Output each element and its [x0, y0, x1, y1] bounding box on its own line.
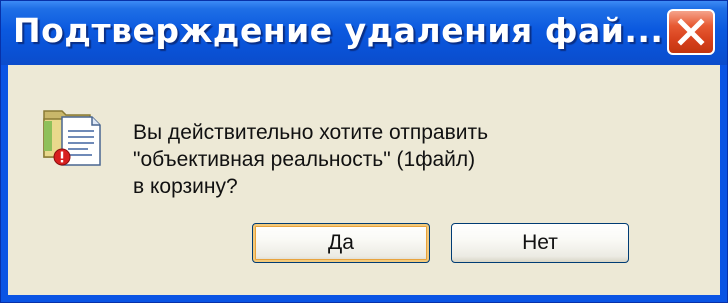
message-line: "объективная реальность" (1файл) [133, 148, 476, 171]
recycle-file-icon [43, 110, 101, 166]
message-line: в корзину? [133, 175, 238, 198]
close-button[interactable] [667, 9, 715, 55]
window-title: Подтверждение удаления фай... [13, 11, 664, 50]
close-icon [677, 18, 705, 46]
no-button[interactable]: Нет [451, 223, 629, 263]
yes-button[interactable]: Да [252, 223, 430, 263]
title-bar[interactable]: Подтверждение удаления фай... [1, 1, 727, 65]
dialog-body: Вы действительно хотите отправить "объек… [8, 65, 720, 295]
message-line: Вы действительно хотите отправить [133, 121, 489, 144]
confirmation-message: Вы действительно хотите отправить "объек… [133, 119, 488, 200]
confirm-delete-dialog: Подтверждение удаления фай... Вы действи… [0, 0, 728, 303]
